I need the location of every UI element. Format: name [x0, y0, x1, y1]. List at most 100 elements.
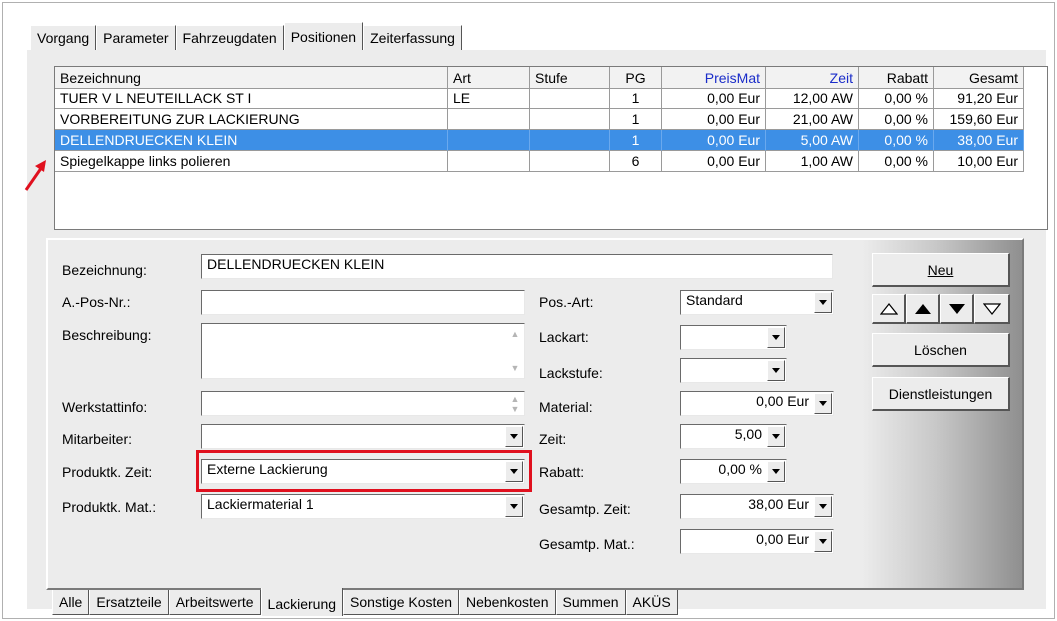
lackstufe-label: Lackstufe:	[539, 365, 603, 381]
col-header-zeit[interactable]: Zeit	[766, 67, 859, 89]
cell-bezeichnung: TUER V L NEUTEILLACK ST I	[55, 88, 448, 109]
scroll-down-icon[interactable]: ▼	[511, 363, 520, 373]
cell-art	[448, 130, 530, 151]
lackart-select[interactable]	[680, 325, 787, 350]
tab-vorgang[interactable]: Vorgang	[30, 25, 97, 50]
loeschen-button[interactable]: Löschen	[872, 333, 1010, 367]
scroll-up-icon[interactable]: ▲	[511, 329, 520, 339]
chevron-down-icon[interactable]	[814, 292, 832, 313]
table-row[interactable]: VORBEREITUNG ZUR LACKIERUNG 1 0,00 Eur 2…	[55, 109, 1047, 130]
bottom-tab-bar: Alle Ersatzteile Arbeitswerte Lackierung…	[52, 588, 678, 618]
table-row-selected[interactable]: DELLENDRUECKEN KLEIN 1 0,00 Eur 5,00 AW …	[55, 130, 1047, 151]
chevron-down-icon[interactable]	[814, 393, 832, 414]
tab-alle[interactable]: Alle	[52, 590, 90, 615]
cell-zeit: 5,00 AW	[766, 130, 859, 151]
col-header-stufe[interactable]: Stufe	[530, 67, 610, 89]
apos-field[interactable]	[201, 290, 525, 315]
cell-zeit: 1,00 AW	[766, 151, 859, 172]
lackstufe-select[interactable]	[680, 358, 787, 383]
chevron-down-icon[interactable]	[505, 426, 523, 447]
beschreibung-scrollbar[interactable]: ▲ ▼	[507, 325, 523, 377]
gesamtp-mat-value: 0,00 Eur	[756, 531, 809, 547]
material-select[interactable]: 0,00 Eur	[680, 391, 834, 416]
move-down-button[interactable]	[940, 294, 974, 324]
chevron-down-icon[interactable]	[767, 327, 785, 348]
cell-pg: 1	[610, 109, 662, 130]
zeit-label: Zeit:	[539, 431, 567, 447]
move-top-button[interactable]	[872, 294, 906, 324]
cell-zeit: 12,00 AW	[766, 88, 859, 109]
col-header-art[interactable]: Art	[448, 67, 530, 89]
gesamtp-mat-select[interactable]: 0,00 Eur	[680, 529, 834, 554]
cell-stufe	[530, 130, 610, 151]
spin-down-icon[interactable]: ▼	[511, 404, 520, 414]
col-header-bezeichnung[interactable]: Bezeichnung	[55, 67, 448, 89]
tab-nebenkosten[interactable]: Nebenkosten	[459, 590, 556, 615]
chevron-down-icon[interactable]	[505, 496, 523, 517]
mitarbeiter-label: Mitarbeiter:	[62, 431, 133, 447]
cell-art	[448, 109, 530, 130]
gesamtp-zeit-select[interactable]: 38,00 Eur	[680, 494, 834, 519]
col-header-preismat[interactable]: PreisMat	[662, 67, 766, 89]
move-up-button[interactable]	[906, 294, 940, 324]
table-row[interactable]: TUER V L NEUTEILLACK ST I LE 1 0,00 Eur …	[55, 88, 1047, 109]
cell-preismat: 0,00 Eur	[662, 88, 766, 109]
tab-zeiterfassung[interactable]: Zeiterfassung	[363, 25, 462, 50]
positions-table[interactable]: Bezeichnung Art Stufe PG PreisMat Zeit R…	[54, 66, 1048, 230]
cell-gesamt: 38,00 Eur	[934, 130, 1024, 151]
tab-positionen[interactable]: Positionen	[283, 22, 364, 50]
rabatt-select[interactable]: 0,00 %	[680, 459, 787, 484]
chevron-down-icon[interactable]	[767, 360, 785, 381]
posart-select[interactable]: Standard	[680, 290, 834, 315]
chevron-down-icon[interactable]	[814, 531, 832, 552]
cell-stufe	[530, 109, 610, 130]
werkstattinfo-field[interactable]: ▲ ▼	[201, 391, 525, 416]
tab-fahrzeugdaten[interactable]: Fahrzeugdaten	[175, 25, 284, 50]
werkstattinfo-spinner[interactable]: ▲ ▼	[507, 393, 523, 414]
cell-gesamt: 159,60 Eur	[934, 109, 1024, 130]
cell-bezeichnung: Spiegelkappe links polieren	[55, 151, 448, 172]
col-header-rabatt[interactable]: Rabatt	[859, 67, 934, 89]
beschreibung-field[interactable]: ▲ ▼	[201, 323, 525, 379]
apos-label: A.-Pos-Nr.:	[62, 294, 131, 310]
cell-stufe	[530, 88, 610, 109]
tab-akues[interactable]: AKÜS	[625, 590, 678, 615]
cell-gesamt: 91,20 Eur	[934, 88, 1024, 109]
cell-rabatt: 0,00 %	[859, 109, 934, 130]
cell-gesamt: 10,00 Eur	[934, 151, 1024, 172]
col-header-gesamt[interactable]: Gesamt	[934, 67, 1024, 89]
tab-ersatzteile[interactable]: Ersatzteile	[89, 590, 169, 615]
zeit-select[interactable]: 5,00	[680, 424, 787, 449]
gesamtp-zeit-value: 38,00 Eur	[748, 496, 809, 512]
cell-rabatt: 0,00 %	[859, 88, 934, 109]
werkstattinfo-label: Werkstattinfo:	[62, 399, 148, 415]
col-header-pg[interactable]: PG	[610, 67, 662, 89]
cell-stufe	[530, 151, 610, 172]
cell-preismat: 0,00 Eur	[662, 130, 766, 151]
tab-parameter[interactable]: Parameter	[96, 25, 176, 50]
rabatt-label: Rabatt:	[539, 464, 585, 480]
mitarbeiter-select[interactable]	[201, 424, 525, 449]
annotation-arrow-icon	[24, 160, 46, 191]
cell-preismat: 0,00 Eur	[662, 109, 766, 130]
move-bottom-button[interactable]	[974, 294, 1010, 324]
chevron-down-icon[interactable]	[814, 496, 832, 517]
top-tab-bar: Vorgang Parameter Fahrzeugdaten Position…	[30, 22, 462, 50]
material-value: 0,00 Eur	[756, 393, 809, 409]
cell-pg: 1	[610, 88, 662, 109]
table-row[interactable]: Spiegelkappe links polieren 6 0,00 Eur 1…	[55, 151, 1047, 172]
produktk-mat-select[interactable]: Lackiermaterial 1	[201, 494, 525, 519]
spin-up-icon[interactable]: ▲	[511, 394, 520, 404]
dienstleistungen-button[interactable]: Dienstleistungen	[872, 377, 1010, 411]
chevron-down-icon[interactable]	[767, 426, 785, 447]
chevron-down-icon[interactable]	[767, 461, 785, 482]
tab-sonstige-kosten[interactable]: Sonstige Kosten	[343, 590, 459, 615]
tab-summen[interactable]: Summen	[555, 590, 626, 615]
cell-art: LE	[448, 88, 530, 109]
tab-arbeitswerte[interactable]: Arbeitswerte	[168, 590, 261, 615]
posart-label: Pos.-Art:	[539, 294, 594, 310]
bezeichnung-field[interactable]: DELLENDRUECKEN KLEIN	[201, 254, 833, 279]
tab-lackierung[interactable]: Lackierung	[260, 588, 344, 616]
neu-button[interactable]: Neu	[872, 253, 1010, 287]
table-header: Bezeichnung Art Stufe PG PreisMat Zeit R…	[55, 67, 1047, 89]
